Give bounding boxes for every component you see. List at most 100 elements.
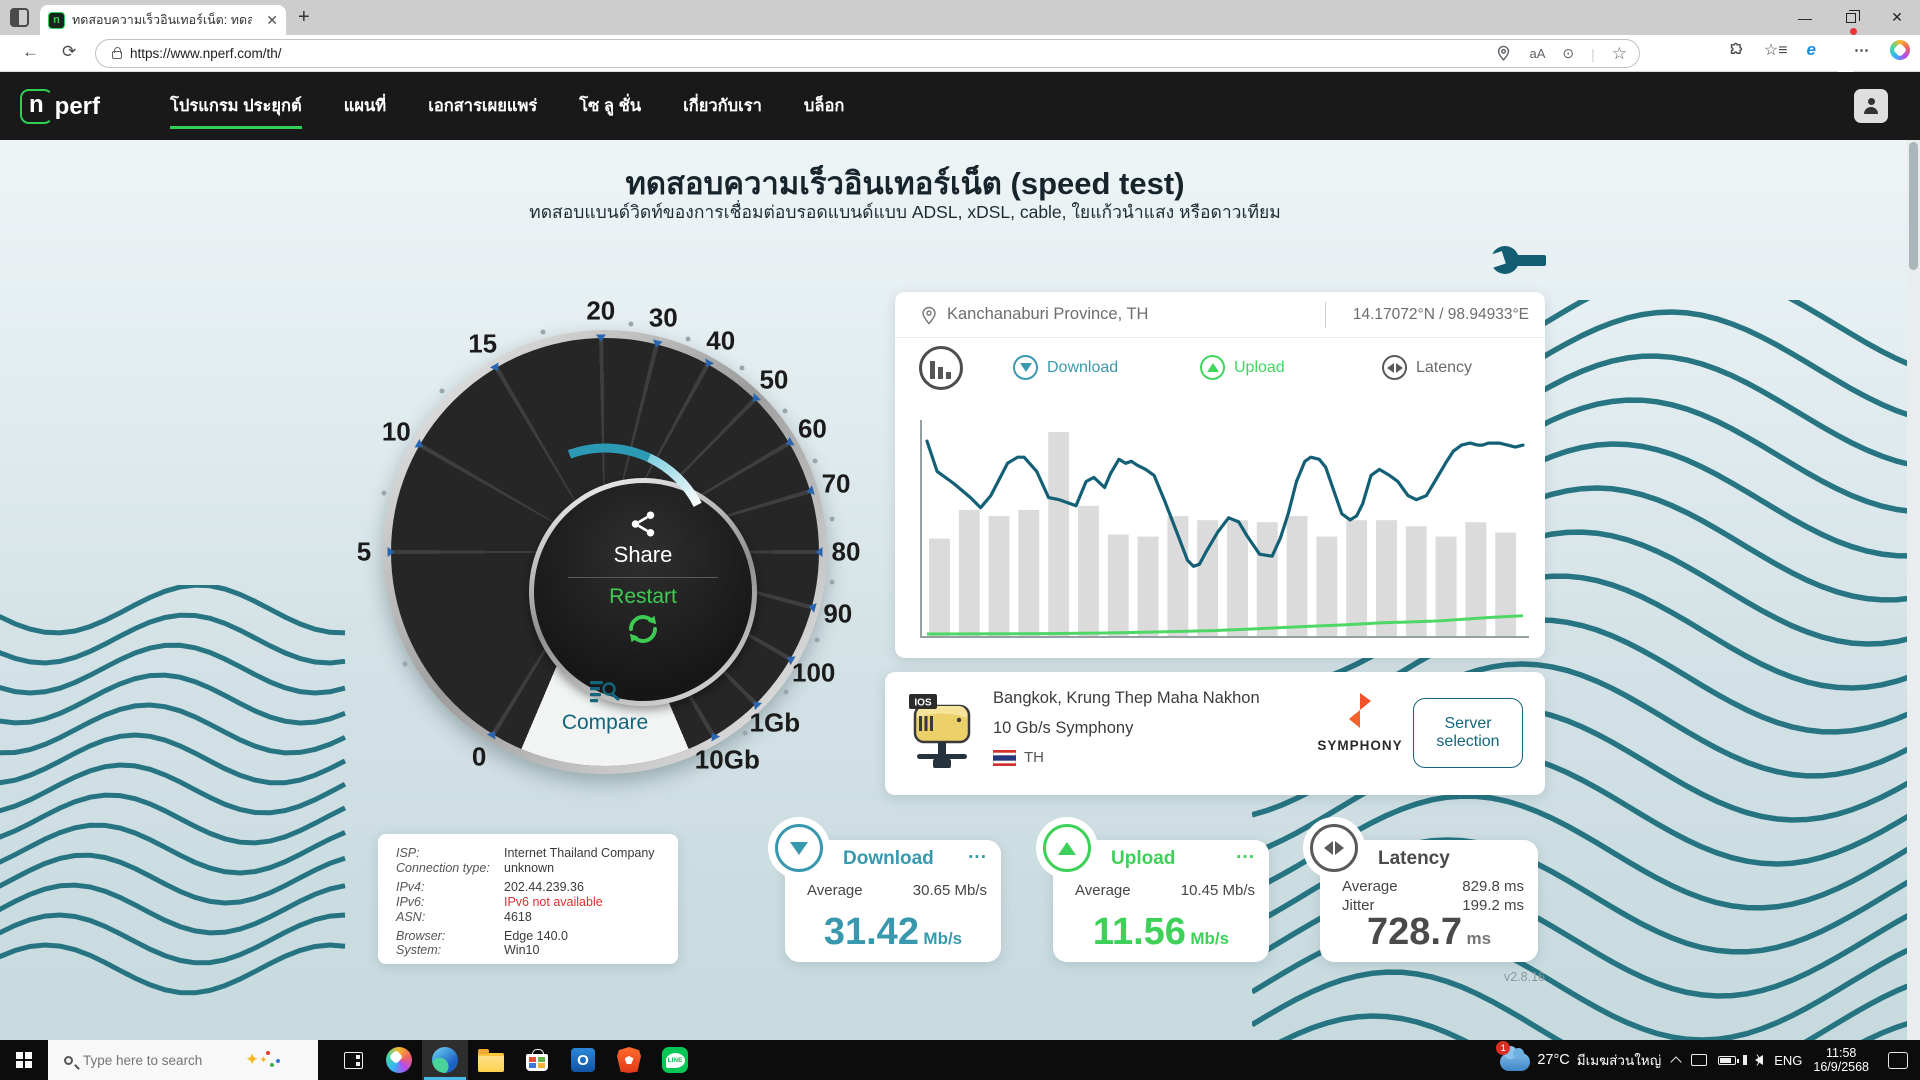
settings-more-icon[interactable]: ⋯: [1854, 41, 1871, 59]
edge-icon: [432, 1047, 458, 1073]
compare-icon: [589, 680, 621, 705]
translate-icon[interactable]: aA: [1529, 46, 1545, 61]
gauge-minor-dot: [812, 458, 817, 463]
bar-chart-icon[interactable]: [919, 346, 963, 390]
gauge-minor-dot: [403, 661, 408, 666]
server-icon-label: IOS: [914, 698, 932, 709]
gauge-minor-dot: [783, 408, 788, 413]
refresh-icon[interactable]: ⟳: [62, 42, 76, 62]
isp-row: ISP:Internet Thailand Company: [396, 846, 660, 861]
battery-icon[interactable]: [1718, 1056, 1736, 1065]
taskbar-search[interactable]: ✦✦: [48, 1040, 318, 1080]
hub-divider: [568, 577, 718, 578]
start-button[interactable]: [0, 1040, 48, 1080]
outlook-icon: O: [571, 1048, 595, 1072]
nperf-favicon: n: [48, 12, 65, 29]
legend-latency[interactable]: Latency: [1382, 355, 1472, 380]
tray-expand-icon[interactable]: [1671, 1056, 1682, 1067]
address-bar[interactable]: https://www.nperf.com/th/ aA ⊙ | ☆: [95, 39, 1640, 68]
scrollbar-thumb[interactable]: [1909, 142, 1918, 270]
brave-app[interactable]: [606, 1040, 652, 1080]
gauge-minor-dot: [814, 637, 819, 642]
isp-info-card: ISP:Internet Thailand CompanyConnection …: [378, 834, 678, 964]
upload-menu[interactable]: ...: [1236, 842, 1255, 864]
account-button[interactable]: [1854, 89, 1888, 123]
location-icon[interactable]: [1495, 45, 1512, 62]
nav-item[interactable]: เกี่ยวกับเรา: [683, 72, 762, 140]
edge-app[interactable]: [422, 1040, 468, 1080]
gauge-scale-label: 70: [822, 468, 851, 499]
tab-close-icon[interactable]: ✕: [266, 12, 278, 29]
language-indicator[interactable]: ENG: [1774, 1053, 1802, 1068]
upload-icon: [1043, 824, 1091, 872]
nperf-logo[interactable]: nperf: [20, 89, 100, 124]
notification-center-icon[interactable]: [1888, 1052, 1908, 1069]
copilot-icon[interactable]: [1890, 40, 1910, 60]
ie-mode-icon[interactable]: e: [1807, 40, 1816, 60]
gauge-hub-rim: Share Restart: [529, 478, 757, 706]
date-text: 16/9/2568: [1813, 1060, 1869, 1074]
average-label: Average: [1075, 882, 1131, 899]
site-navbar: nperf โปรแกรม ประยุกต์ แผนที่ เอกสารเผยแพร…: [0, 72, 1920, 140]
favorite-star-icon[interactable]: ☆: [1612, 44, 1627, 64]
nav-item[interactable]: แผนที่: [344, 72, 386, 140]
site-menu: โปรแกรม ประยุกต์ แผนที่ เอกสารเผยแพร่ โซ ลู…: [170, 72, 844, 140]
close-button[interactable]: ✕: [1874, 0, 1920, 35]
isp-row: Browser:Edge 140.0: [396, 929, 660, 944]
latency-value: 728.7: [1367, 911, 1462, 953]
restart-button[interactable]: Restart: [609, 585, 677, 609]
gauge-tick: [388, 547, 395, 557]
nav-item[interactable]: บล็อก: [804, 72, 845, 140]
sparkle-icon: ✦: [245, 1050, 259, 1070]
volume-icon[interactable]: [1755, 1055, 1763, 1065]
minimize-button[interactable]: —: [1782, 0, 1828, 35]
line-app[interactable]: LINE: [652, 1040, 698, 1080]
clock[interactable]: 11:58 16/9/2568: [1813, 1046, 1869, 1074]
outlook-app[interactable]: O: [560, 1040, 606, 1080]
share-button[interactable]: Share: [614, 542, 673, 568]
settings-wrench-icon[interactable]: [1488, 240, 1548, 283]
nav-item[interactable]: โปรแกรม ประยุกต์: [170, 72, 302, 140]
new-tab-button[interactable]: +: [298, 6, 310, 29]
tab-workspaces-icon[interactable]: [10, 8, 29, 27]
store-app[interactable]: [514, 1040, 560, 1080]
nav-item[interactable]: โซ ลู ชั่น: [579, 72, 641, 140]
gauge-scale-label: 10Gb: [695, 744, 760, 775]
display-icon[interactable]: [1691, 1054, 1707, 1066]
upload-icon: [1200, 355, 1225, 380]
task-view-button[interactable]: [330, 1040, 376, 1080]
weather-widget[interactable]: 1 27°C มีเมฆส่วนใหญ่: [1500, 1049, 1661, 1071]
average-label: Average: [807, 882, 863, 899]
file-explorer-app[interactable]: [468, 1040, 514, 1080]
legend-download[interactable]: Download: [1013, 355, 1118, 380]
server-selection-button[interactable]: Server selection: [1413, 698, 1523, 768]
symphony-mark-icon: [1347, 692, 1373, 730]
back-icon[interactable]: ←: [22, 42, 39, 62]
compare-button[interactable]: Compare: [345, 680, 865, 735]
server-line: 10 Gb/s Symphony: [993, 719, 1260, 738]
person-icon: [1863, 98, 1879, 114]
coordinates-text: 14.17072°N / 98.94933°E: [1353, 306, 1529, 324]
browser-tab[interactable]: n ทดสอบความเร็วอินเทอร์เน็ต: ทดสอบกา ✕: [40, 5, 286, 35]
more-options-icon[interactable]: ⊙: [1562, 45, 1574, 62]
isp-row: Connection type:unknown: [396, 861, 660, 876]
download-menu[interactable]: ...: [968, 842, 987, 864]
gauge-minor-dot: [686, 336, 691, 341]
gauge-minor-dot: [381, 490, 386, 495]
url-text[interactable]: https://www.nperf.com/th/: [130, 46, 282, 61]
speed-gauge: Share Restart: [345, 290, 865, 810]
gauge-scale-label: 50: [759, 365, 788, 396]
latency-icon: [1382, 355, 1407, 380]
favorites-bar-icon[interactable]: ☆≡: [1764, 40, 1788, 60]
download-value: 31.42: [824, 911, 919, 953]
share-icon[interactable]: [628, 509, 658, 539]
restart-icon[interactable]: [625, 611, 661, 647]
page-scrollbar[interactable]: [1907, 140, 1920, 1040]
extensions-icon[interactable]: [1728, 42, 1745, 59]
search-input[interactable]: [83, 1053, 243, 1068]
browser-toolbar: ← ⟳ https://www.nperf.com/th/ aA ⊙ | ☆ ☆…: [0, 35, 1920, 72]
gauge-scale-label: 30: [649, 303, 678, 334]
nav-item[interactable]: เอกสารเผยแพร่: [428, 72, 537, 140]
legend-upload[interactable]: Upload: [1200, 355, 1285, 380]
copilot-app[interactable]: [376, 1040, 422, 1080]
